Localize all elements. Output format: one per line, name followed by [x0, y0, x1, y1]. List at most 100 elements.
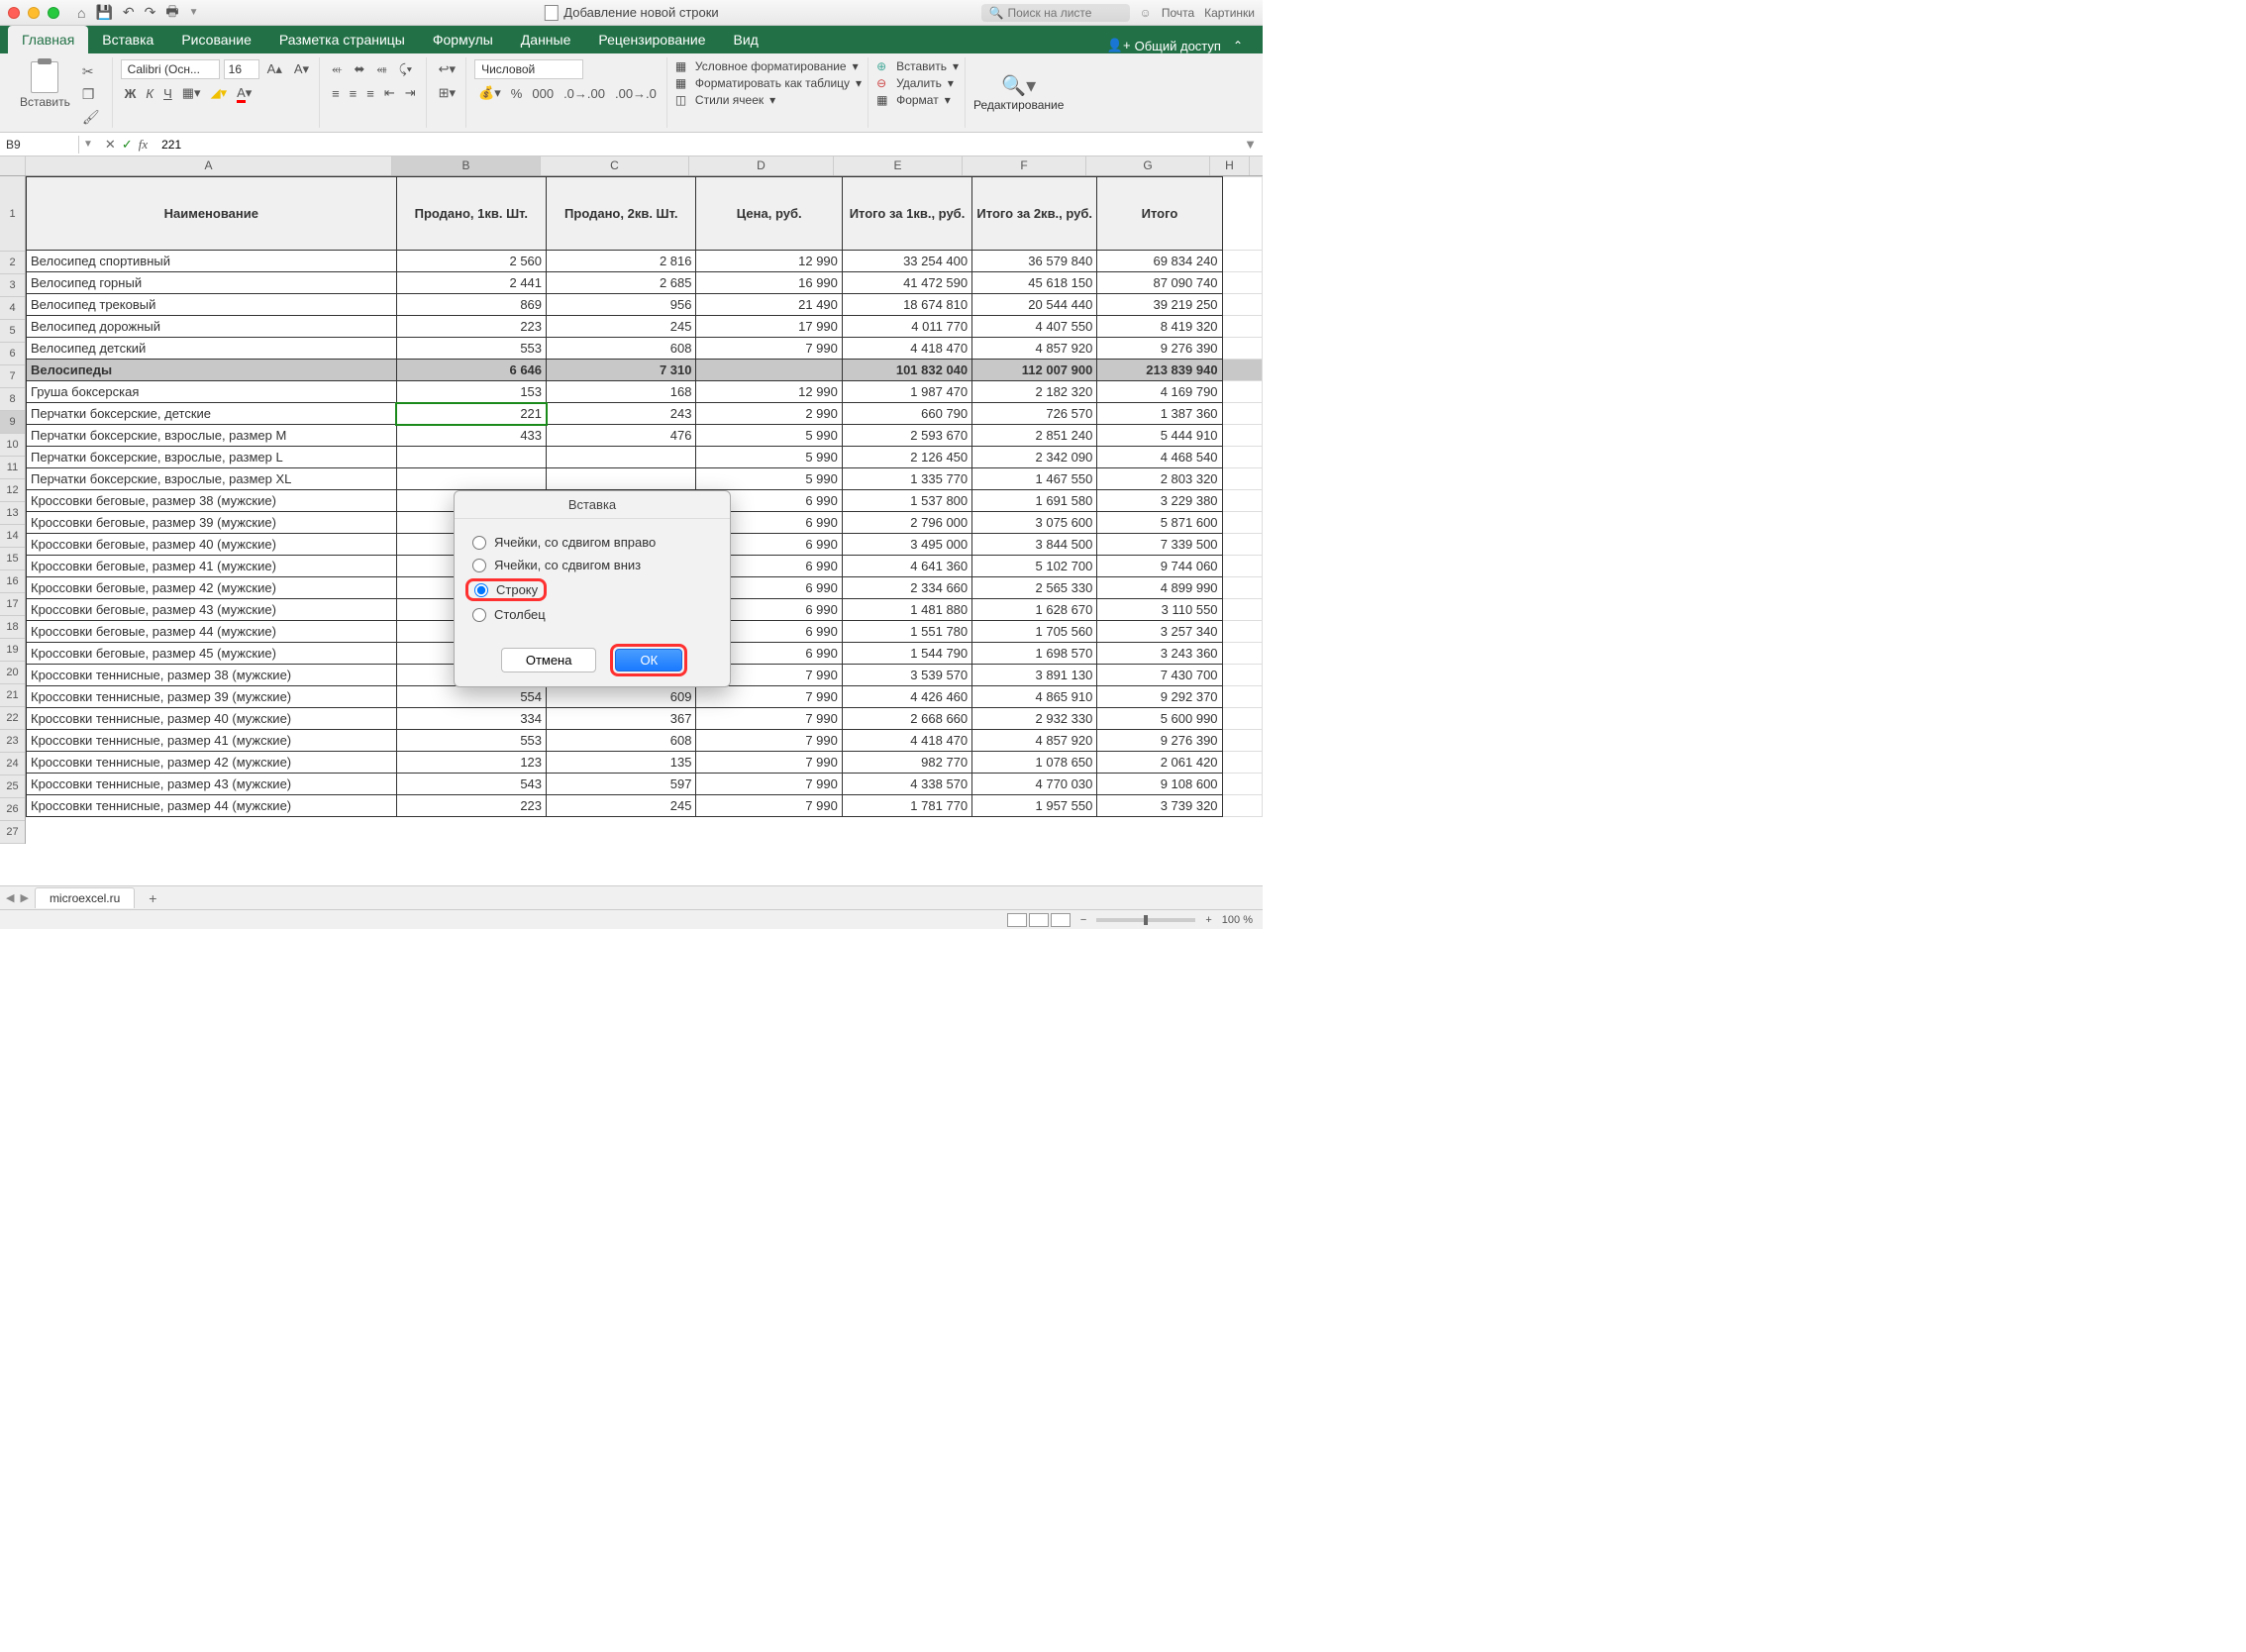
- cell[interactable]: 223: [396, 316, 546, 338]
- cell[interactable]: 2 182 320: [972, 381, 1097, 403]
- zoom-level[interactable]: 100 %: [1222, 914, 1253, 926]
- cell[interactable]: 4 899 990: [1097, 577, 1222, 599]
- cell[interactable]: Груша боксерская: [27, 381, 397, 403]
- cell[interactable]: 9 744 060: [1097, 556, 1222, 577]
- cell[interactable]: 608: [547, 730, 696, 752]
- row-header[interactable]: 11: [0, 457, 25, 479]
- cell[interactable]: 2 816: [547, 251, 696, 272]
- tab-home[interactable]: Главная: [8, 26, 88, 53]
- cell[interactable]: 213 839 940: [1097, 360, 1222, 381]
- images-link[interactable]: Картинки: [1204, 6, 1255, 20]
- number-format-selector[interactable]: Числовой: [474, 59, 583, 79]
- cell[interactable]: 2 932 330: [972, 708, 1097, 730]
- cell[interactable]: 2 593 670: [842, 425, 971, 447]
- row-header[interactable]: 17: [0, 593, 25, 616]
- cell[interactable]: 982 770: [842, 752, 971, 774]
- cell[interactable]: 3 844 500: [972, 534, 1097, 556]
- cell[interactable]: Кроссовки беговые, размер 40 (мужские): [27, 534, 397, 556]
- cell[interactable]: 4 857 920: [972, 338, 1097, 360]
- dialog-ok-button[interactable]: ОК: [615, 649, 682, 671]
- cell[interactable]: 5 990: [696, 447, 842, 468]
- cell[interactable]: 9 292 370: [1097, 686, 1222, 708]
- cell[interactable]: 221: [396, 403, 546, 425]
- cell[interactable]: 7 430 700: [1097, 665, 1222, 686]
- col-header-C[interactable]: C: [541, 156, 689, 175]
- cell[interactable]: 3 075 600: [972, 512, 1097, 534]
- cell[interactable]: 6 646: [396, 360, 546, 381]
- cell[interactable]: 7 990: [696, 752, 842, 774]
- cell[interactable]: 1 705 560: [972, 621, 1097, 643]
- cell[interactable]: 1 387 360: [1097, 403, 1222, 425]
- cell[interactable]: 597: [547, 774, 696, 795]
- shrink-font-icon[interactable]: A▾: [290, 59, 313, 79]
- indent-dec-icon[interactable]: ⇤: [380, 83, 399, 103]
- cell[interactable]: 1 691 580: [972, 490, 1097, 512]
- cell[interactable]: [547, 468, 696, 490]
- cell[interactable]: 1 078 650: [972, 752, 1097, 774]
- cell[interactable]: 3 110 550: [1097, 599, 1222, 621]
- col-header-D[interactable]: D: [689, 156, 834, 175]
- formula-input[interactable]: [155, 136, 1238, 154]
- cell[interactable]: 1 781 770: [842, 795, 971, 817]
- cell[interactable]: 2 061 420: [1097, 752, 1222, 774]
- cell[interactable]: Кроссовки беговые, размер 45 (мужские): [27, 643, 397, 665]
- cell[interactable]: Кроссовки теннисные, размер 40 (мужские): [27, 708, 397, 730]
- cell[interactable]: 334: [396, 708, 546, 730]
- cell[interactable]: [396, 447, 546, 468]
- cell[interactable]: 4 338 570: [842, 774, 971, 795]
- cell[interactable]: Кроссовки беговые, размер 42 (мужские): [27, 577, 397, 599]
- row-header[interactable]: 22: [0, 707, 25, 730]
- sheet-nav-prev-icon[interactable]: ◀: [6, 891, 14, 904]
- cell[interactable]: [696, 360, 842, 381]
- percent-icon[interactable]: %: [507, 84, 527, 103]
- tab-draw[interactable]: Рисование: [167, 26, 265, 53]
- currency-icon[interactable]: 💰▾: [474, 83, 505, 103]
- cell[interactable]: 5 444 910: [1097, 425, 1222, 447]
- cell[interactable]: 7 990: [696, 795, 842, 817]
- undo-icon[interactable]: ↶: [123, 4, 135, 21]
- cell[interactable]: 5 871 600: [1097, 512, 1222, 534]
- cell[interactable]: 33 254 400: [842, 251, 971, 272]
- cell[interactable]: 3 539 570: [842, 665, 971, 686]
- cell[interactable]: 12 990: [696, 381, 842, 403]
- cell[interactable]: 123: [396, 752, 546, 774]
- cell[interactable]: 2 668 660: [842, 708, 971, 730]
- search-box[interactable]: 🔍: [981, 4, 1130, 22]
- cell[interactable]: 9 276 390: [1097, 338, 1222, 360]
- row-header[interactable]: 25: [0, 775, 25, 798]
- cell[interactable]: 9 276 390: [1097, 730, 1222, 752]
- merge-cells-icon[interactable]: ⊞▾: [435, 83, 459, 103]
- select-all-corner[interactable]: [0, 156, 26, 175]
- cell[interactable]: Кроссовки теннисные, размер 39 (мужские): [27, 686, 397, 708]
- align-bottom-icon[interactable]: ⬵: [372, 59, 390, 79]
- editing-button[interactable]: 🔍▾ Редактирование: [973, 73, 1064, 112]
- cell[interactable]: Кроссовки беговые, размер 44 (мужские): [27, 621, 397, 643]
- cell[interactable]: 3 739 320: [1097, 795, 1222, 817]
- cell[interactable]: 16 990: [696, 272, 842, 294]
- align-center-icon[interactable]: ≡: [346, 84, 361, 103]
- cell[interactable]: 1 481 880: [842, 599, 971, 621]
- cell[interactable]: 7 310: [547, 360, 696, 381]
- tab-view[interactable]: Вид: [720, 26, 772, 53]
- font-size-selector[interactable]: 16: [224, 59, 259, 79]
- tab-data[interactable]: Данные: [507, 26, 585, 53]
- cell[interactable]: 1 957 550: [972, 795, 1097, 817]
- cell[interactable]: [547, 447, 696, 468]
- col-header-B[interactable]: B: [392, 156, 541, 175]
- cell[interactable]: 41 472 590: [842, 272, 971, 294]
- cell[interactable]: 153: [396, 381, 546, 403]
- cell[interactable]: 2 334 660: [842, 577, 971, 599]
- bold-button[interactable]: Ж: [121, 84, 141, 103]
- cell[interactable]: 3 243 360: [1097, 643, 1222, 665]
- sheet-tab[interactable]: microexcel.ru: [35, 887, 135, 908]
- cell[interactable]: 4 407 550: [972, 316, 1097, 338]
- zoom-slider[interactable]: [1096, 918, 1195, 922]
- row-header[interactable]: 26: [0, 798, 25, 821]
- cell[interactable]: 869: [396, 294, 546, 316]
- cell[interactable]: 2 342 090: [972, 447, 1097, 468]
- cell[interactable]: 135: [547, 752, 696, 774]
- col-header-G[interactable]: G: [1086, 156, 1210, 175]
- print-icon[interactable]: 🖶: [165, 1, 178, 25]
- cell[interactable]: 1 551 780: [842, 621, 971, 643]
- thousands-icon[interactable]: 000: [528, 84, 558, 103]
